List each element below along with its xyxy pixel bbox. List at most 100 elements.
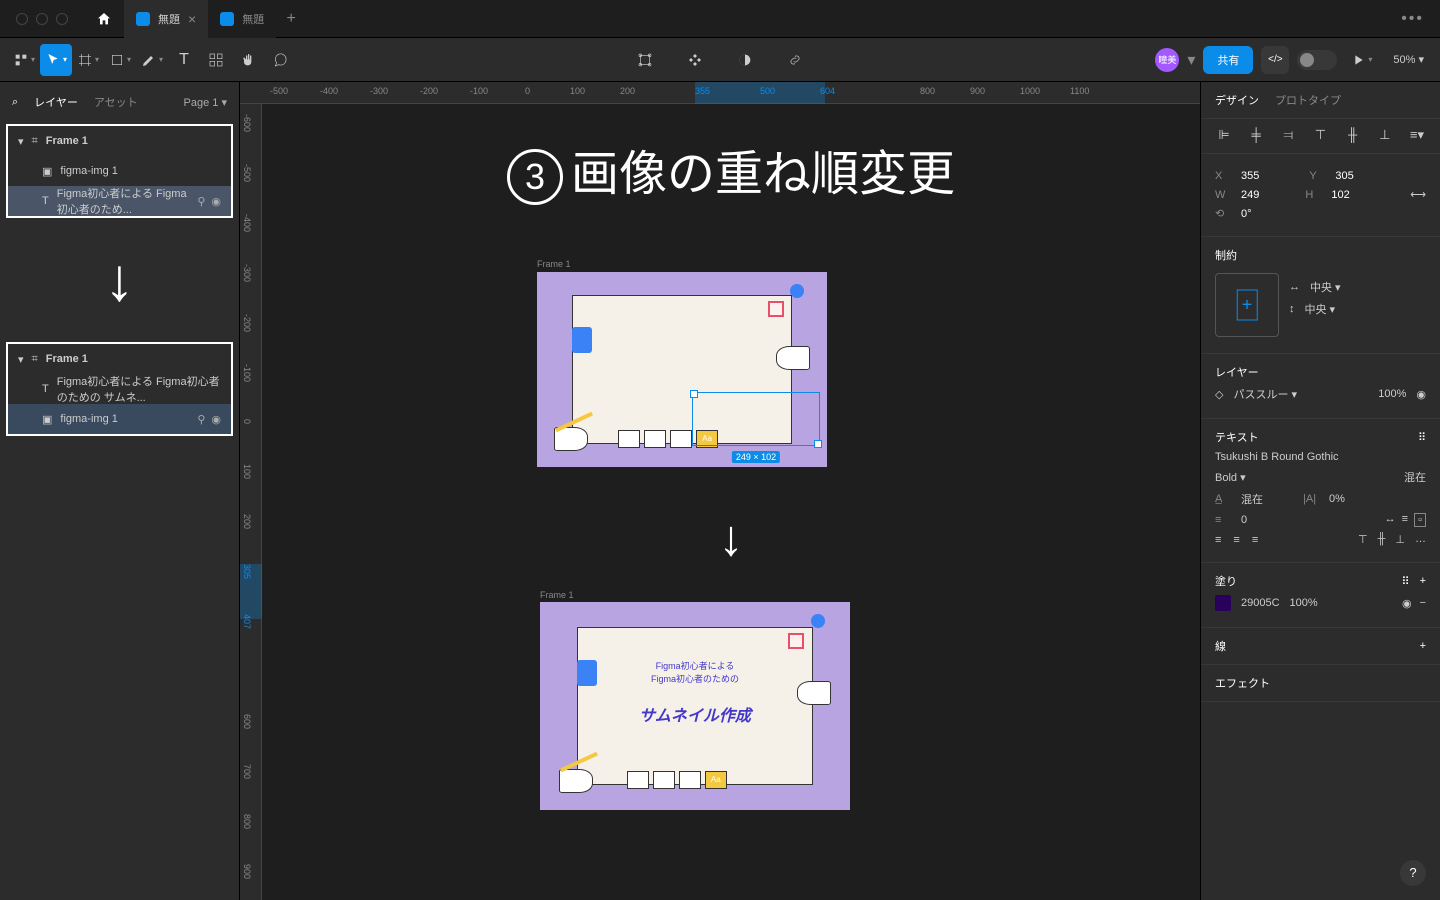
text-align-left-icon[interactable]: ≡ xyxy=(1215,534,1221,546)
w-input[interactable]: 249 xyxy=(1241,189,1259,201)
unlock-icon[interactable]: ⚲ xyxy=(197,413,205,426)
shape-tool[interactable]: ▾ xyxy=(104,44,136,76)
help-button[interactable]: ? xyxy=(1400,860,1426,886)
edit-object-icon[interactable] xyxy=(629,44,661,76)
layer-image[interactable]: ▣figma-img 1 xyxy=(8,156,231,186)
blend-mode-select[interactable]: パススルー ▾ xyxy=(1233,386,1297,402)
rotation-input[interactable]: 0° xyxy=(1241,208,1252,220)
align-bottom-icon[interactable]: ⊥ xyxy=(1376,127,1394,145)
frame-label[interactable]: Frame 1 xyxy=(537,259,571,269)
maximize-window[interactable] xyxy=(56,13,68,25)
frame-label[interactable]: Frame 1 xyxy=(540,590,574,600)
text-tool[interactable]: T xyxy=(168,44,200,76)
fill-opacity-input[interactable]: 100% xyxy=(1290,597,1318,609)
constraint-picker[interactable]: + xyxy=(1215,273,1279,337)
assets-tab[interactable]: アセット xyxy=(94,94,138,110)
home-tab[interactable] xyxy=(84,0,124,38)
eye-icon[interactable]: ◉ xyxy=(1402,597,1412,610)
thumb-subtitle: Figma初心者によるFigma初心者のための xyxy=(651,660,739,685)
zoom-dropdown[interactable]: 50% ▾ xyxy=(1385,53,1432,66)
font-size-input[interactable]: 混在 xyxy=(1404,469,1426,485)
text-align-middle-icon[interactable]: ╫ xyxy=(1378,533,1386,546)
layer-frame[interactable]: ▾⌗Frame 1 xyxy=(8,344,231,374)
frame-thumbnail-2[interactable]: Figma初心者によるFigma初心者のための サムネイル作成 AaAaAaAa xyxy=(540,602,850,810)
constraint-h-select[interactable]: 中央 ▾ xyxy=(1310,279,1341,295)
layer-frame[interactable]: ▾⌗Frame 1 xyxy=(8,126,231,156)
fill-hex-input[interactable]: 29005C xyxy=(1241,597,1280,609)
more-menu[interactable]: ••• xyxy=(1385,10,1440,28)
search-icon[interactable]: ⌕ xyxy=(12,96,18,109)
fill-styles-icon[interactable]: ⠿ xyxy=(1402,575,1410,588)
auto-height-icon[interactable]: ≡ xyxy=(1402,513,1408,527)
layer-text[interactable]: TFigma初心者による Figma初心者のための サムネ... xyxy=(8,374,231,404)
present-button[interactable]: ▾ xyxy=(1345,44,1377,76)
checkbox-graphic xyxy=(577,660,597,686)
dev-mode-toggle[interactable] xyxy=(1297,50,1337,70)
component-icon[interactable] xyxy=(679,44,711,76)
file-tab-1[interactable]: 無題 × xyxy=(124,0,208,38)
user-avatar[interactable]: 瞳美 xyxy=(1155,48,1179,72)
layers-tab[interactable]: レイヤー xyxy=(34,94,78,110)
y-input[interactable]: 305 xyxy=(1335,170,1353,182)
text-styles-icon[interactable]: ⠿ xyxy=(1418,431,1426,444)
layer-image[interactable]: ▣figma-img 1⚲◉ xyxy=(8,404,231,434)
add-fill-icon[interactable]: + xyxy=(1420,575,1426,588)
close-tab-icon[interactable]: × xyxy=(188,11,196,27)
text-align-right-icon[interactable]: ≡ xyxy=(1252,534,1258,546)
minimize-window[interactable] xyxy=(36,13,48,25)
figma-menu[interactable]: ▾ xyxy=(8,44,40,76)
close-window[interactable] xyxy=(16,13,28,25)
x-input[interactable]: 355 xyxy=(1241,170,1259,182)
h-input[interactable]: 102 xyxy=(1331,189,1349,201)
distribute-icon[interactable]: ≡▾ xyxy=(1408,127,1426,145)
align-center-h-icon[interactable]: ╪ xyxy=(1247,127,1265,145)
mask-icon[interactable] xyxy=(729,44,761,76)
more-text-icon[interactable]: … xyxy=(1415,533,1426,546)
opacity-input[interactable]: 100% xyxy=(1378,388,1406,400)
figma-file-icon xyxy=(136,12,150,26)
file-tab-2[interactable]: 無題 xyxy=(208,0,276,38)
layer-text[interactable]: TFigma初心者による Figma初心者のため...⚲◉ xyxy=(8,186,231,216)
remove-fill-icon[interactable]: − xyxy=(1420,597,1426,610)
text-align-center-icon[interactable]: ≡ xyxy=(1233,534,1239,546)
line-height-input[interactable]: 混在 xyxy=(1241,491,1263,507)
pen-tool[interactable]: ▾ xyxy=(136,44,168,76)
auto-width-icon[interactable]: ↔ xyxy=(1385,513,1396,527)
text-align-top-icon[interactable]: ⊤ xyxy=(1358,533,1368,546)
text-align-bottom-icon[interactable]: ⊥ xyxy=(1395,533,1405,546)
eye-icon[interactable]: ◉ xyxy=(1416,388,1426,401)
unlock-icon[interactable]: ⚲ xyxy=(197,195,205,208)
prototype-tab[interactable]: プロトタイプ xyxy=(1275,92,1341,108)
link-icon[interactable] xyxy=(779,44,811,76)
lock-ratio-icon[interactable]: ⟷ xyxy=(1410,188,1426,201)
font-weight-select[interactable]: Bold ▾ xyxy=(1215,471,1246,484)
new-tab-button[interactable]: + xyxy=(276,10,306,28)
frame-thumbnail-1[interactable]: AaAaAaAa 249 × 102 xyxy=(537,272,827,467)
design-tab[interactable]: デザイン xyxy=(1215,92,1259,108)
align-top-icon[interactable]: ⊤ xyxy=(1311,127,1329,145)
align-right-icon[interactable]: ⫤ xyxy=(1279,127,1297,145)
share-button[interactable]: 共有 xyxy=(1203,46,1253,74)
resources-tool[interactable] xyxy=(200,44,232,76)
ruler-horizontal: -500-400-300-200-1000100200 355500604 80… xyxy=(240,82,1200,104)
align-center-v-icon[interactable]: ╫ xyxy=(1344,127,1362,145)
dev-mode-button[interactable]: </> xyxy=(1261,46,1289,74)
fill-swatch[interactable] xyxy=(1215,595,1231,611)
constraint-v-select[interactable]: 中央 ▾ xyxy=(1305,301,1336,317)
add-stroke-icon[interactable]: + xyxy=(1420,640,1426,652)
paragraph-input[interactable]: 0 xyxy=(1241,514,1247,526)
move-tool[interactable]: ▾ xyxy=(40,44,72,76)
selection-box[interactable]: 249 × 102 xyxy=(692,392,820,446)
align-left-icon[interactable]: ⊫ xyxy=(1215,127,1233,145)
layer-section: レイヤー ◇パススルー ▾100%◉ xyxy=(1201,354,1440,419)
font-family-select[interactable]: Tsukushi B Round Gothic xyxy=(1215,451,1339,463)
page-selector[interactable]: Page 1 ▾ xyxy=(184,96,227,109)
comment-tool[interactable] xyxy=(264,44,296,76)
canvas[interactable]: 3画像の重ね順変更 Frame 1 AaAaAaAa 249 × 102 ↓ F… xyxy=(262,104,1200,900)
frame-tool[interactable]: ▾ xyxy=(72,44,104,76)
fixed-size-icon[interactable]: ▫ xyxy=(1414,513,1426,527)
eye-icon[interactable]: ◉ xyxy=(211,413,221,426)
eye-icon[interactable]: ◉ xyxy=(211,195,221,208)
hand-tool[interactable] xyxy=(232,44,264,76)
letter-spacing-input[interactable]: 0% xyxy=(1329,493,1345,505)
